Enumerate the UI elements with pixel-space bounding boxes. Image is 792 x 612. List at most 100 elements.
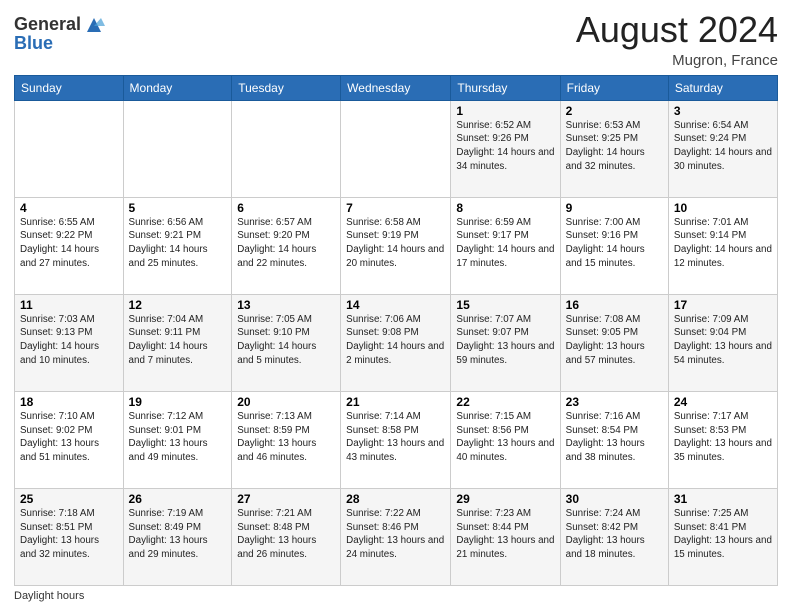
- day-number: 20: [237, 395, 335, 409]
- calendar-header-row: SundayMondayTuesdayWednesdayThursdayFrid…: [15, 75, 778, 100]
- calendar-cell: 14Sunrise: 7:06 AM Sunset: 9:08 PM Dayli…: [341, 294, 451, 391]
- calendar-cell: 15Sunrise: 7:07 AM Sunset: 9:07 PM Dayli…: [451, 294, 560, 391]
- day-info: Sunrise: 6:55 AM Sunset: 9:22 PM Dayligh…: [20, 216, 118, 271]
- day-number: 22: [456, 395, 554, 409]
- day-number: 9: [566, 201, 663, 215]
- calendar-cell: 17Sunrise: 7:09 AM Sunset: 9:04 PM Dayli…: [668, 294, 777, 391]
- day-info: Sunrise: 7:07 AM Sunset: 9:07 PM Dayligh…: [456, 313, 554, 368]
- calendar-cell: 26Sunrise: 7:19 AM Sunset: 8:49 PM Dayli…: [123, 488, 232, 585]
- location: Mugron, France: [576, 52, 778, 69]
- calendar-cell: 13Sunrise: 7:05 AM Sunset: 9:10 PM Dayli…: [232, 294, 341, 391]
- calendar-cell: 22Sunrise: 7:15 AM Sunset: 8:56 PM Dayli…: [451, 391, 560, 488]
- calendar-cell: 4Sunrise: 6:55 AM Sunset: 9:22 PM Daylig…: [15, 197, 124, 294]
- calendar-cell: 19Sunrise: 7:12 AM Sunset: 9:01 PM Dayli…: [123, 391, 232, 488]
- header: General Blue August 2024 Mugron, France: [14, 10, 778, 69]
- day-info: Sunrise: 7:00 AM Sunset: 9:16 PM Dayligh…: [566, 216, 663, 271]
- day-info: Sunrise: 7:25 AM Sunset: 8:41 PM Dayligh…: [674, 507, 772, 562]
- day-info: Sunrise: 6:54 AM Sunset: 9:24 PM Dayligh…: [674, 119, 772, 174]
- day-info: Sunrise: 7:18 AM Sunset: 8:51 PM Dayligh…: [20, 507, 118, 562]
- calendar-cell: 10Sunrise: 7:01 AM Sunset: 9:14 PM Dayli…: [668, 197, 777, 294]
- day-number: 19: [129, 395, 227, 409]
- day-info: Sunrise: 7:22 AM Sunset: 8:46 PM Dayligh…: [346, 507, 445, 562]
- calendar-cell: 23Sunrise: 7:16 AM Sunset: 8:54 PM Dayli…: [560, 391, 668, 488]
- day-number: 27: [237, 492, 335, 506]
- day-info: Sunrise: 7:17 AM Sunset: 8:53 PM Dayligh…: [674, 410, 772, 465]
- calendar-cell: 31Sunrise: 7:25 AM Sunset: 8:41 PM Dayli…: [668, 488, 777, 585]
- calendar-cell: 27Sunrise: 7:21 AM Sunset: 8:48 PM Dayli…: [232, 488, 341, 585]
- day-info: Sunrise: 7:04 AM Sunset: 9:11 PM Dayligh…: [129, 313, 227, 368]
- calendar-cell: 6Sunrise: 6:57 AM Sunset: 9:20 PM Daylig…: [232, 197, 341, 294]
- calendar-cell: 20Sunrise: 7:13 AM Sunset: 8:59 PM Dayli…: [232, 391, 341, 488]
- day-info: Sunrise: 7:23 AM Sunset: 8:44 PM Dayligh…: [456, 507, 554, 562]
- calendar-cell: 2Sunrise: 6:53 AM Sunset: 9:25 PM Daylig…: [560, 100, 668, 197]
- day-number: 13: [237, 298, 335, 312]
- logo-general-text: General: [14, 15, 81, 35]
- day-info: Sunrise: 7:21 AM Sunset: 8:48 PM Dayligh…: [237, 507, 335, 562]
- day-info: Sunrise: 6:59 AM Sunset: 9:17 PM Dayligh…: [456, 216, 554, 271]
- day-info: Sunrise: 6:52 AM Sunset: 9:26 PM Dayligh…: [456, 119, 554, 174]
- calendar-cell: [232, 100, 341, 197]
- day-info: Sunrise: 6:53 AM Sunset: 9:25 PM Dayligh…: [566, 119, 663, 174]
- day-number: 8: [456, 201, 554, 215]
- calendar-cell: 9Sunrise: 7:00 AM Sunset: 9:16 PM Daylig…: [560, 197, 668, 294]
- calendar-cell: 7Sunrise: 6:58 AM Sunset: 9:19 PM Daylig…: [341, 197, 451, 294]
- daylight-label: Daylight hours: [14, 590, 84, 602]
- calendar-header-thursday: Thursday: [451, 75, 560, 100]
- day-number: 15: [456, 298, 554, 312]
- calendar-cell: 12Sunrise: 7:04 AM Sunset: 9:11 PM Dayli…: [123, 294, 232, 391]
- day-number: 29: [456, 492, 554, 506]
- day-number: 21: [346, 395, 445, 409]
- day-info: Sunrise: 6:57 AM Sunset: 9:20 PM Dayligh…: [237, 216, 335, 271]
- calendar-cell: 24Sunrise: 7:17 AM Sunset: 8:53 PM Dayli…: [668, 391, 777, 488]
- calendar-cell: [123, 100, 232, 197]
- day-number: 28: [346, 492, 445, 506]
- calendar-week-4: 25Sunrise: 7:18 AM Sunset: 8:51 PM Dayli…: [15, 488, 778, 585]
- day-info: Sunrise: 7:19 AM Sunset: 8:49 PM Dayligh…: [129, 507, 227, 562]
- day-number: 1: [456, 104, 554, 118]
- day-number: 2: [566, 104, 663, 118]
- day-number: 14: [346, 298, 445, 312]
- day-info: Sunrise: 6:56 AM Sunset: 9:21 PM Dayligh…: [129, 216, 227, 271]
- day-number: 16: [566, 298, 663, 312]
- day-number: 3: [674, 104, 772, 118]
- day-number: 24: [674, 395, 772, 409]
- calendar-cell: 29Sunrise: 7:23 AM Sunset: 8:44 PM Dayli…: [451, 488, 560, 585]
- day-info: Sunrise: 7:09 AM Sunset: 9:04 PM Dayligh…: [674, 313, 772, 368]
- day-number: 25: [20, 492, 118, 506]
- day-info: Sunrise: 7:03 AM Sunset: 9:13 PM Dayligh…: [20, 313, 118, 368]
- calendar-header-sunday: Sunday: [15, 75, 124, 100]
- day-info: Sunrise: 7:06 AM Sunset: 9:08 PM Dayligh…: [346, 313, 445, 368]
- calendar-cell: [341, 100, 451, 197]
- day-number: 11: [20, 298, 118, 312]
- calendar-header-wednesday: Wednesday: [341, 75, 451, 100]
- day-info: Sunrise: 7:01 AM Sunset: 9:14 PM Dayligh…: [674, 216, 772, 271]
- day-info: Sunrise: 7:24 AM Sunset: 8:42 PM Dayligh…: [566, 507, 663, 562]
- day-number: 7: [346, 201, 445, 215]
- calendar-week-2: 11Sunrise: 7:03 AM Sunset: 9:13 PM Dayli…: [15, 294, 778, 391]
- calendar-table: SundayMondayTuesdayWednesdayThursdayFrid…: [14, 75, 778, 586]
- day-number: 30: [566, 492, 663, 506]
- calendar-header-tuesday: Tuesday: [232, 75, 341, 100]
- day-number: 18: [20, 395, 118, 409]
- day-number: 4: [20, 201, 118, 215]
- day-number: 10: [674, 201, 772, 215]
- calendar-cell: [15, 100, 124, 197]
- day-info: Sunrise: 7:05 AM Sunset: 9:10 PM Dayligh…: [237, 313, 335, 368]
- calendar-week-1: 4Sunrise: 6:55 AM Sunset: 9:22 PM Daylig…: [15, 197, 778, 294]
- calendar-week-3: 18Sunrise: 7:10 AM Sunset: 9:02 PM Dayli…: [15, 391, 778, 488]
- logo: General Blue: [14, 14, 105, 54]
- day-info: Sunrise: 7:10 AM Sunset: 9:02 PM Dayligh…: [20, 410, 118, 465]
- day-number: 23: [566, 395, 663, 409]
- day-number: 26: [129, 492, 227, 506]
- calendar-cell: 16Sunrise: 7:08 AM Sunset: 9:05 PM Dayli…: [560, 294, 668, 391]
- day-number: 31: [674, 492, 772, 506]
- calendar-header-friday: Friday: [560, 75, 668, 100]
- day-info: Sunrise: 7:08 AM Sunset: 9:05 PM Dayligh…: [566, 313, 663, 368]
- calendar-cell: 28Sunrise: 7:22 AM Sunset: 8:46 PM Dayli…: [341, 488, 451, 585]
- calendar-cell: 8Sunrise: 6:59 AM Sunset: 9:17 PM Daylig…: [451, 197, 560, 294]
- calendar-cell: 5Sunrise: 6:56 AM Sunset: 9:21 PM Daylig…: [123, 197, 232, 294]
- month-year: August 2024: [576, 10, 778, 50]
- calendar-cell: 11Sunrise: 7:03 AM Sunset: 9:13 PM Dayli…: [15, 294, 124, 391]
- calendar-cell: 21Sunrise: 7:14 AM Sunset: 8:58 PM Dayli…: [341, 391, 451, 488]
- day-number: 12: [129, 298, 227, 312]
